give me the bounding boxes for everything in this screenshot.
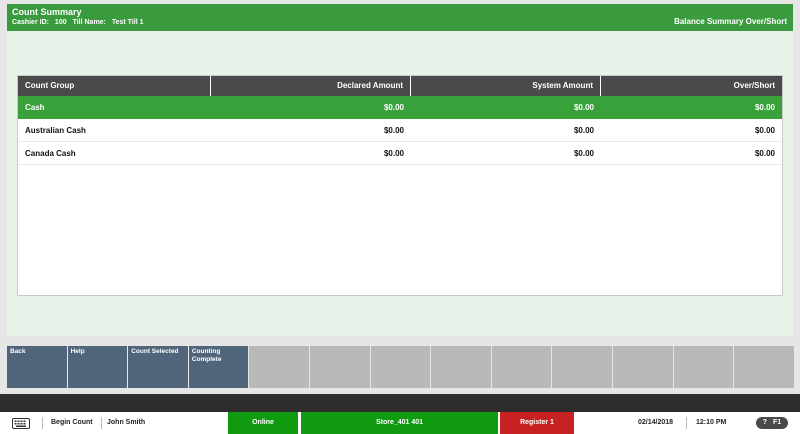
connection-status: Online bbox=[228, 412, 298, 434]
column-header-declared-amount[interactable]: Declared Amount bbox=[211, 76, 411, 96]
column-header-system-amount[interactable]: System Amount bbox=[411, 76, 601, 96]
count-group-cell: Australian Cash bbox=[25, 126, 86, 135]
title-bar: Count Summary Cashier ID: 100 Till Name:… bbox=[7, 4, 793, 31]
divider bbox=[101, 417, 102, 429]
count-selected-button[interactable]: Count Selected bbox=[128, 346, 188, 388]
mode-text: Begin Count bbox=[51, 419, 93, 426]
till-name: Test Till 1 bbox=[111, 19, 144, 26]
empty-function-key bbox=[310, 346, 370, 388]
count-group-cell: Canada Cash bbox=[25, 149, 76, 158]
help-button[interactable]: Help bbox=[67, 346, 128, 388]
system-amount-cell: $0.00 bbox=[573, 149, 594, 158]
column-header-over-short[interactable]: Over/Short bbox=[601, 76, 782, 96]
count-summary-table: Count Group Declared Amount System Amoun… bbox=[17, 75, 783, 296]
table-row[interactable]: Canada Cash $0.00 $0.00 $0.00 bbox=[18, 142, 782, 165]
over-short-cell: $0.00 bbox=[754, 103, 775, 112]
user-name: John Smith bbox=[107, 419, 146, 426]
column-header-count-group[interactable]: Count Group bbox=[18, 76, 211, 96]
empty-function-key bbox=[613, 346, 673, 388]
divider bbox=[686, 417, 687, 429]
question-icon: ? bbox=[762, 419, 768, 426]
divider bbox=[42, 417, 43, 429]
empty-function-key bbox=[734, 346, 794, 388]
content-panel: Count Group Declared Amount System Amoun… bbox=[7, 31, 793, 336]
empty-function-key bbox=[249, 346, 310, 388]
over-short-cell: $0.00 bbox=[754, 149, 775, 158]
function-key-bar: Back Help Count Selected Counting Comple… bbox=[7, 346, 794, 388]
empty-function-key bbox=[491, 346, 552, 388]
help-f1-button[interactable]: ? F1 bbox=[756, 417, 788, 429]
till-label: Till Name: bbox=[72, 19, 106, 26]
empty-function-key bbox=[552, 346, 613, 388]
over-short-cell: $0.00 bbox=[754, 126, 775, 135]
system-amount-cell: $0.00 bbox=[573, 103, 594, 112]
declared-amount-cell: $0.00 bbox=[383, 103, 404, 112]
cashier-label: Cashier ID: bbox=[12, 19, 49, 26]
back-button[interactable]: Back bbox=[7, 346, 67, 388]
help-key-label: F1 bbox=[773, 419, 782, 426]
counting-complete-button[interactable]: Counting Complete bbox=[188, 346, 249, 388]
store-status: Store_401 401 bbox=[301, 412, 498, 434]
screen-name: Balance Summary Over/Short bbox=[674, 17, 787, 26]
cashier-info: Cashier ID: 100 Till Name: Test Till 1 bbox=[12, 19, 147, 26]
declared-amount-cell: $0.00 bbox=[383, 126, 404, 135]
keyboard-icon[interactable] bbox=[9, 412, 33, 434]
empty-function-key bbox=[431, 346, 491, 388]
message-band bbox=[0, 394, 800, 412]
date-text: 02/14/2018 bbox=[638, 419, 674, 426]
status-bar: Begin Count John Smith Online Store_401 … bbox=[0, 412, 800, 434]
register-status: Register 1 bbox=[500, 412, 574, 434]
table-row[interactable]: Australian Cash $0.00 $0.00 $0.00 bbox=[18, 119, 782, 142]
empty-function-key bbox=[370, 346, 431, 388]
table-header: Count Group Declared Amount System Amoun… bbox=[18, 76, 782, 96]
table-row[interactable]: Cash $0.00 $0.00 $0.00 bbox=[18, 96, 782, 119]
cashier-id: 100 bbox=[54, 19, 67, 26]
time-text: 12:10 PM bbox=[696, 419, 727, 426]
system-amount-cell: $0.00 bbox=[573, 126, 594, 135]
empty-function-key bbox=[673, 346, 734, 388]
declared-amount-cell: $0.00 bbox=[383, 149, 404, 158]
page-title: Count Summary bbox=[12, 7, 82, 17]
count-group-cell: Cash bbox=[25, 103, 45, 112]
